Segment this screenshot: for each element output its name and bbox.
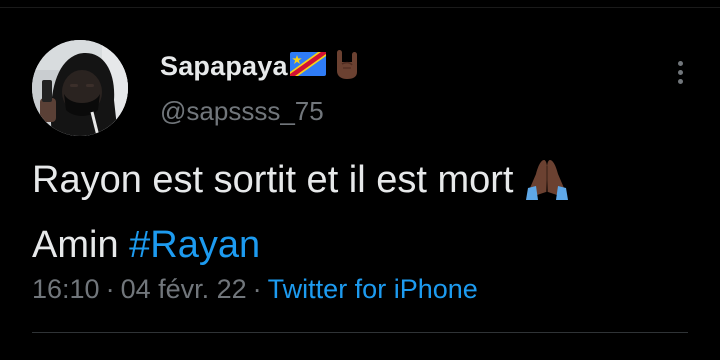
tweet-time[interactable]: 16:10 — [32, 274, 100, 304]
bottom-divider — [32, 332, 688, 333]
more-dot-icon — [677, 60, 683, 66]
meta-separator: · — [252, 274, 262, 304]
tweet-date[interactable]: 04 févr. 22 — [121, 274, 247, 304]
avatar[interactable] — [32, 40, 128, 136]
tweet-source-link[interactable]: Twitter for iPhone — [268, 274, 478, 304]
tweet-text-body: Rayon est sortit et il est mort — [32, 159, 514, 201]
tweet-metadata: 16:10 · 04 févr. 22 · Twitter for iPhone — [32, 274, 478, 305]
flag-dr-congo-icon — [289, 51, 326, 81]
tweet-text-line-1: Rayon est sortit et il est mort — [32, 152, 692, 217]
sign-of-horns-icon — [334, 48, 360, 85]
tweet-text-line-2: Amin #Rayan — [32, 217, 692, 274]
author-handle[interactable]: @sapssss_75 — [160, 96, 360, 127]
tweet-view: Sapapaya @sapssss_75 Rayon est sortit et… — [0, 0, 720, 360]
tweet-text-prefix: Amin — [32, 224, 119, 266]
hashtag-link[interactable]: #Rayan — [129, 224, 260, 266]
top-divider — [0, 0, 720, 8]
more-options-button[interactable] — [666, 52, 694, 92]
folded-hands-icon — [524, 156, 570, 217]
tweet-header: Sapapaya @sapssss_75 — [160, 46, 360, 136]
tweet-text: Rayon est sortit et il est mort Amin #Ra… — [32, 152, 692, 274]
meta-separator: · — [105, 274, 115, 304]
more-dot-icon — [677, 69, 683, 75]
more-dot-icon — [677, 78, 683, 84]
author-name-row[interactable]: Sapapaya — [160, 46, 360, 86]
author-display-name[interactable]: Sapapaya — [160, 51, 288, 82]
avatar-image — [32, 40, 128, 136]
